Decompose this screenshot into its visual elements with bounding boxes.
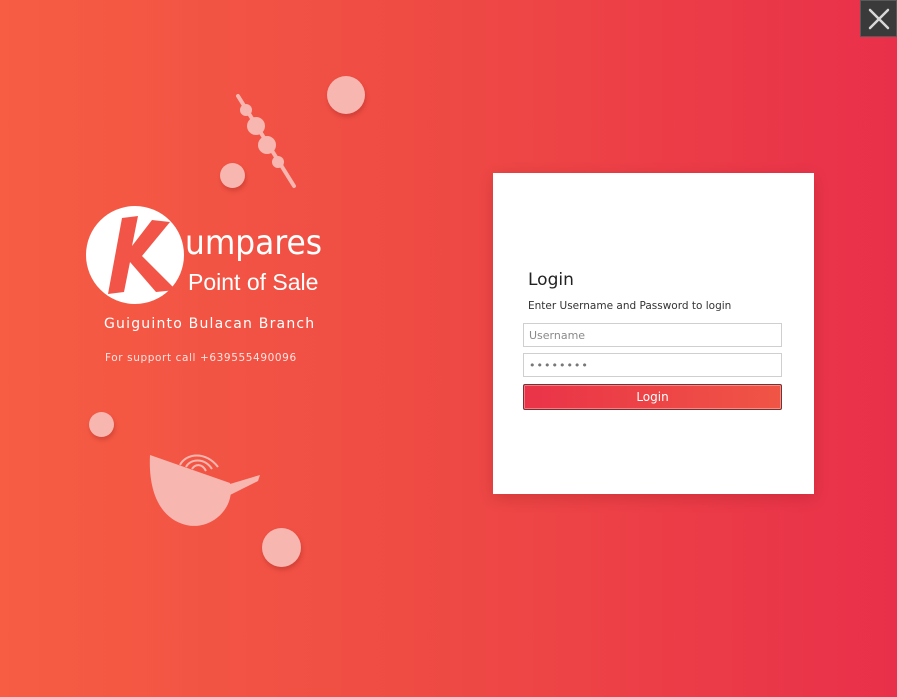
close-button[interactable] (860, 0, 897, 37)
decor-dot (327, 76, 365, 114)
decor-dot (89, 412, 114, 437)
bowl-icon (149, 454, 260, 526)
branch-label: Guiguinto Bulacan Branch (104, 316, 316, 332)
brand-logo: umpares Point of Sale (84, 204, 324, 314)
logo-k-icon (86, 206, 184, 304)
support-contact: For support call +639555490096 (105, 352, 297, 364)
brand-subtitle: Point of Sale (188, 269, 319, 295)
login-card: Login Enter Username and Password to log… (493, 173, 814, 494)
skewer-icon (236, 94, 296, 188)
login-instructions: Enter Username and Password to login (528, 300, 732, 312)
brand-name: umpares (185, 223, 323, 263)
login-title: Login (528, 270, 574, 290)
close-icon (868, 8, 890, 30)
login-button[interactable]: Login (523, 384, 782, 410)
password-input[interactable] (523, 353, 782, 377)
username-input[interactable] (523, 323, 782, 347)
